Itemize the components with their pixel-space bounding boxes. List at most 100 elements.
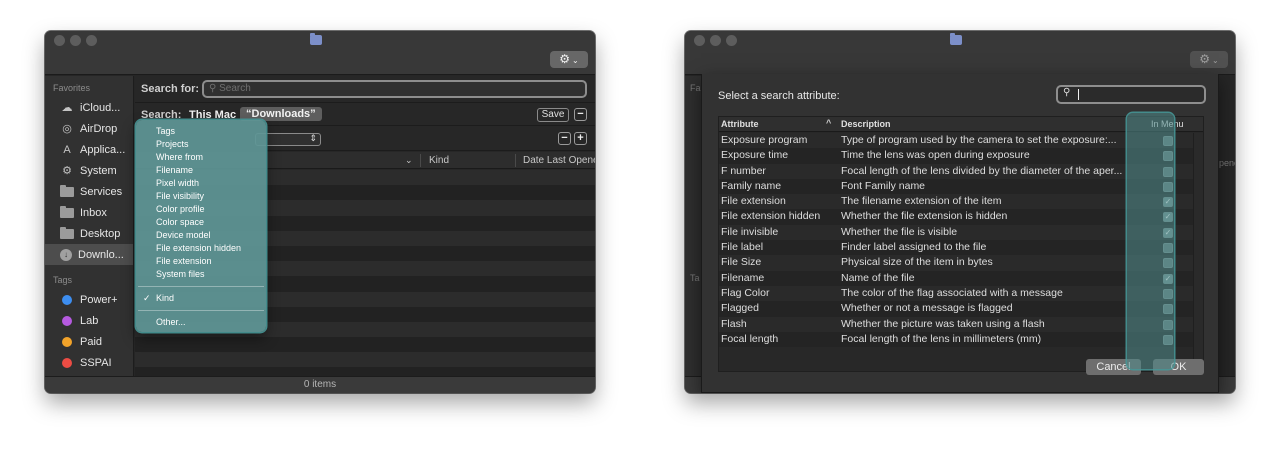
table-row[interactable]: Flag Color The color of the flag associat… <box>719 285 1203 302</box>
in-menu-checkbox[interactable]: ✓ <box>1163 227 1173 238</box>
table-row[interactable]: File extension The filename extension of … <box>719 194 1203 210</box>
attribute-name: File invisible <box>721 225 779 238</box>
menu-item[interactable]: File extension hidden <box>136 242 266 255</box>
in-menu-checkbox[interactable]: ✓ <box>1163 273 1173 284</box>
table-row[interactable]: Flagged Whether or not a message is flagg… <box>719 301 1203 317</box>
sidebar-tag-sspai[interactable]: SSPAI <box>45 352 133 373</box>
menu-item[interactable]: Color space <box>136 216 266 229</box>
in-menu-checkbox[interactable] <box>1163 151 1173 162</box>
zoom-button[interactable] <box>86 35 97 46</box>
column-separator <box>515 154 516 167</box>
attribute-rows: Exposure program Type of program used by … <box>719 133 1203 348</box>
sidebar-item-system[interactable]: ⚙ System <box>45 160 133 181</box>
title-bar: ⚙ ⌄ <box>45 31 595 75</box>
sidebar-item-label: AirDrop <box>80 122 118 135</box>
traffic-lights <box>54 35 102 49</box>
table-row[interactable]: Exposure program Type of program used by … <box>719 133 1203 149</box>
action-menu-button[interactable]: ⚙ ⌄ <box>550 51 588 68</box>
sidebar-item-airdrop[interactable]: ◎ AirDrop <box>45 118 133 139</box>
menu-item[interactable]: Pixel width <box>136 177 266 190</box>
menu-item[interactable]: File visibility <box>136 190 266 203</box>
table-row[interactable]: Focal length Focal length of the lens in … <box>719 331 1203 348</box>
sidebar-tag-lab[interactable]: Lab <box>45 310 133 331</box>
column-description[interactable]: Description <box>841 119 891 129</box>
add-criteria-button[interactable]: + <box>574 132 587 145</box>
sidebar-tag-paid[interactable]: Paid <box>45 331 133 352</box>
sidebar-item-inbox[interactable]: Inbox <box>45 202 133 223</box>
ok-button[interactable]: OK <box>1153 359 1204 375</box>
minimize-button[interactable] <box>70 35 81 46</box>
menu-item[interactable]: System files <box>136 268 266 281</box>
sidebar-item-applications[interactable]: A Applica... <box>45 139 133 160</box>
table-row[interactable]: F number Focal length of the lens divided… <box>719 163 1203 179</box>
table-row[interactable]: File invisible Whether the file is visibl… <box>719 224 1203 241</box>
menu-item-kind[interactable]: ✓ Kind <box>136 292 266 305</box>
close-button[interactable] <box>694 35 705 46</box>
column-in-menu[interactable]: In Menu <box>1151 119 1184 129</box>
sidebar-tag-power[interactable]: Power+ <box>45 289 133 310</box>
menu-item[interactable]: Filename <box>136 164 266 177</box>
remove-scope-button[interactable]: − <box>574 108 587 121</box>
column-date-last-opened[interactable]: Date Last Opened <box>523 155 595 166</box>
sidebar-item-label: Desktop <box>80 227 121 240</box>
in-menu-checkbox[interactable] <box>1163 304 1173 315</box>
table-row[interactable]: Flash Whether the picture was taken using… <box>719 316 1203 332</box>
sidebar-item-icloud[interactable]: ☁ iCloud... <box>45 97 133 118</box>
sidebar-item-label: Inbox <box>80 206 107 219</box>
column-kind[interactable]: Kind <box>429 155 449 166</box>
table-row[interactable]: File extension hidden Whether the file ex… <box>719 209 1203 225</box>
menu-item[interactable]: Color profile <box>136 203 266 216</box>
in-menu-checkbox[interactable] <box>1163 258 1173 269</box>
chevron-down-icon: ⌄ <box>572 56 579 65</box>
in-menu-checkbox[interactable] <box>1163 319 1173 330</box>
sidebar-item-services[interactable]: Services <box>45 181 133 202</box>
column-attribute[interactable]: Attribute <box>721 119 759 129</box>
menu-item[interactable]: Tags <box>136 125 266 138</box>
sidebar-item-label: Lab <box>80 314 99 327</box>
action-menu-button[interactable]: ⚙ ⌄ <box>1190 51 1228 68</box>
table-row[interactable]: Family name Font Family name <box>719 178 1203 195</box>
menu-item[interactable]: Device model <box>136 229 266 242</box>
menu-item-label: Kind <box>156 293 175 303</box>
menu-item-other[interactable]: Other... <box>136 316 266 329</box>
table-row[interactable]: Filename Name of the file ✓ <box>719 270 1203 286</box>
table-row[interactable]: Exposure time Time the lens was open duri… <box>719 148 1203 164</box>
menu-item[interactable]: Projects <box>136 138 266 151</box>
minimize-button[interactable] <box>710 35 721 46</box>
attribute-name: Focal length <box>721 332 779 345</box>
sidebar-heading-favorites: Favorites <box>53 83 91 93</box>
gear-icon: ⚙ <box>62 164 72 177</box>
in-menu-checkbox[interactable] <box>1163 288 1173 299</box>
remove-criteria-button[interactable]: − <box>558 132 571 145</box>
ghost-tags-label: Ta <box>690 273 700 283</box>
sort-chevron-icon[interactable]: ⌄ <box>405 155 413 166</box>
menu-item[interactable]: File extension <box>136 255 266 268</box>
search-input[interactable]: ⚲ Search <box>202 80 587 98</box>
table-row[interactable]: File label Finder label assigned to the f… <box>719 240 1203 256</box>
attribute-name: Flash <box>721 317 747 330</box>
in-menu-checkbox[interactable]: ✓ <box>1163 197 1173 208</box>
in-menu-checkbox[interactable] <box>1163 136 1173 146</box>
sidebar-item-desktop[interactable]: Desktop <box>45 223 133 244</box>
desktop-icon <box>60 226 74 239</box>
attribute-search-input[interactable]: ⚲ <box>1056 85 1206 104</box>
in-menu-checkbox[interactable] <box>1163 334 1173 345</box>
in-menu-checkbox[interactable] <box>1163 243 1173 254</box>
in-menu-checkbox[interactable]: ✓ <box>1163 212 1173 223</box>
cloud-icon: ☁ <box>61 101 73 114</box>
menu-item[interactable]: Where from <box>136 151 266 164</box>
folder-icon <box>950 33 962 45</box>
checkmark-icon: ✓ <box>143 293 151 303</box>
in-menu-checkbox[interactable] <box>1163 166 1173 177</box>
table-row[interactable]: File Size Physical size of the item in by… <box>719 255 1203 271</box>
save-button[interactable]: Save <box>537 108 569 122</box>
close-button[interactable] <box>54 35 65 46</box>
cancel-button[interactable]: Cancel <box>1086 359 1141 375</box>
zoom-button[interactable] <box>726 35 737 46</box>
gear-icon: ⚙ <box>559 52 571 66</box>
sidebar-item-downloads[interactable]: ↓ Downlo... <box>45 244 133 265</box>
in-menu-checkbox[interactable] <box>1163 181 1173 192</box>
scope-downloads[interactable]: “Downloads” <box>240 107 322 121</box>
scrollbar[interactable] <box>1193 133 1203 371</box>
attribute-name: File Size <box>721 256 762 269</box>
